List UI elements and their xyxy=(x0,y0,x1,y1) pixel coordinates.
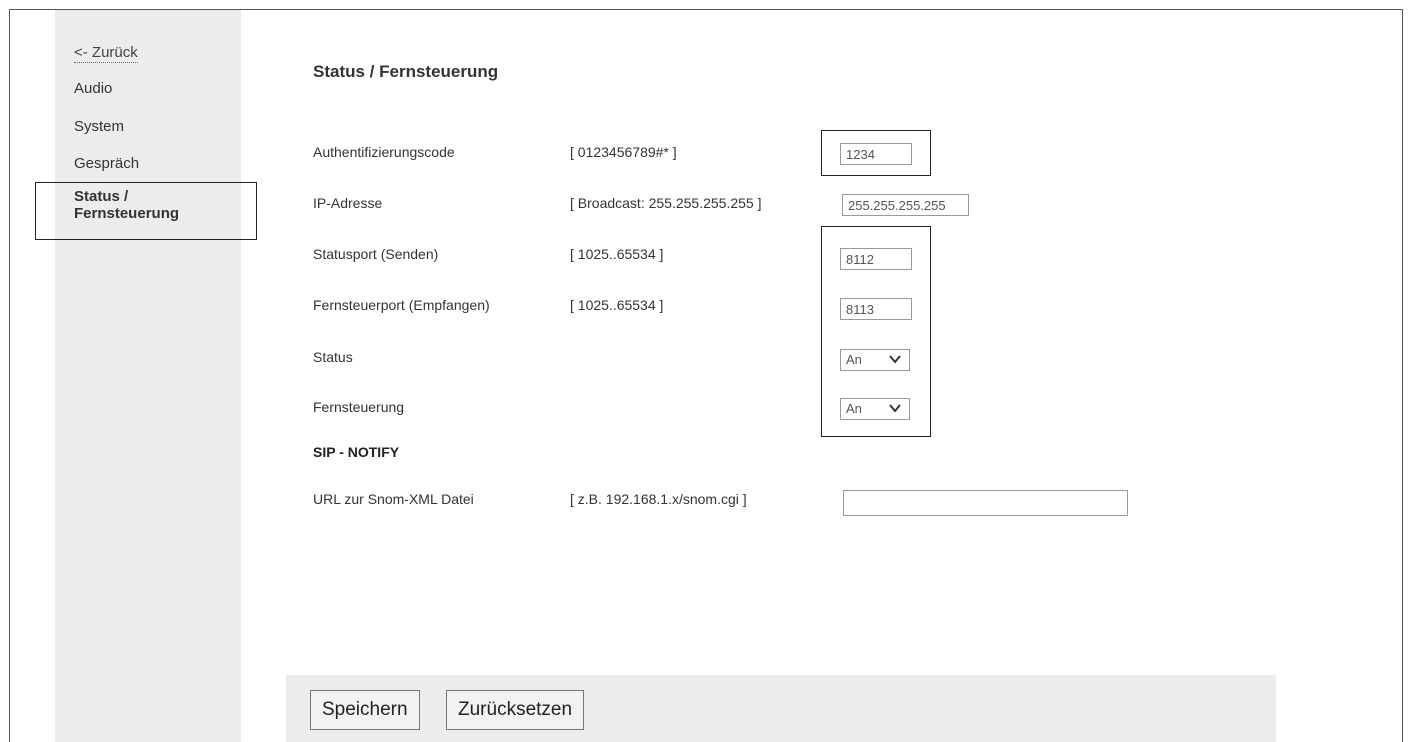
auth-code-hint: [ 0123456789#* ] xyxy=(570,144,677,160)
ports-highlight xyxy=(821,226,931,437)
remote-port-hint: [ 1025..65534 ] xyxy=(570,297,664,313)
reset-button[interactable]: Zurücksetzen xyxy=(446,690,585,730)
ip-address-hint: [ Broadcast: 255.255.255.255 ] xyxy=(570,195,762,211)
url-hint: [ z.B. 192.168.1.x/snom.cgi ] xyxy=(570,491,747,507)
save-button[interactable]: Speichern xyxy=(310,690,420,730)
sidebar-item-audio[interactable]: Audio xyxy=(74,80,112,98)
page-title: Status / Fernsteuerung xyxy=(313,62,499,81)
status-port-hint: [ 1025..65534 ] xyxy=(570,246,664,262)
sip-notify-heading: SIP - NOTIFY xyxy=(313,444,400,460)
sidebar-item-gespraech[interactable]: Gespräch xyxy=(74,155,139,173)
remote-port-label: Fernsteuerport (Empfangen) xyxy=(313,297,490,313)
auth-code-highlight xyxy=(821,130,931,176)
url-label: URL zur Snom-XML Datei xyxy=(313,491,474,507)
status-port-label: Statusport (Senden) xyxy=(313,246,439,262)
sidebar-item-system[interactable]: System xyxy=(74,118,124,136)
remote-control-label: Fernsteuerung xyxy=(313,399,405,415)
footer-bar xyxy=(286,675,1276,742)
status-label: Status xyxy=(313,349,353,365)
sidebar-item-status-fernsteuerung[interactable]: Status / Fernsteuerung xyxy=(74,188,234,222)
ip-address-label: IP-Adresse xyxy=(313,195,383,211)
auth-code-label: Authentifizierungscode xyxy=(313,144,455,160)
ip-address-input[interactable] xyxy=(842,194,969,216)
back-link[interactable]: <- Zurück xyxy=(74,44,138,63)
snom-url-input[interactable] xyxy=(843,490,1128,516)
